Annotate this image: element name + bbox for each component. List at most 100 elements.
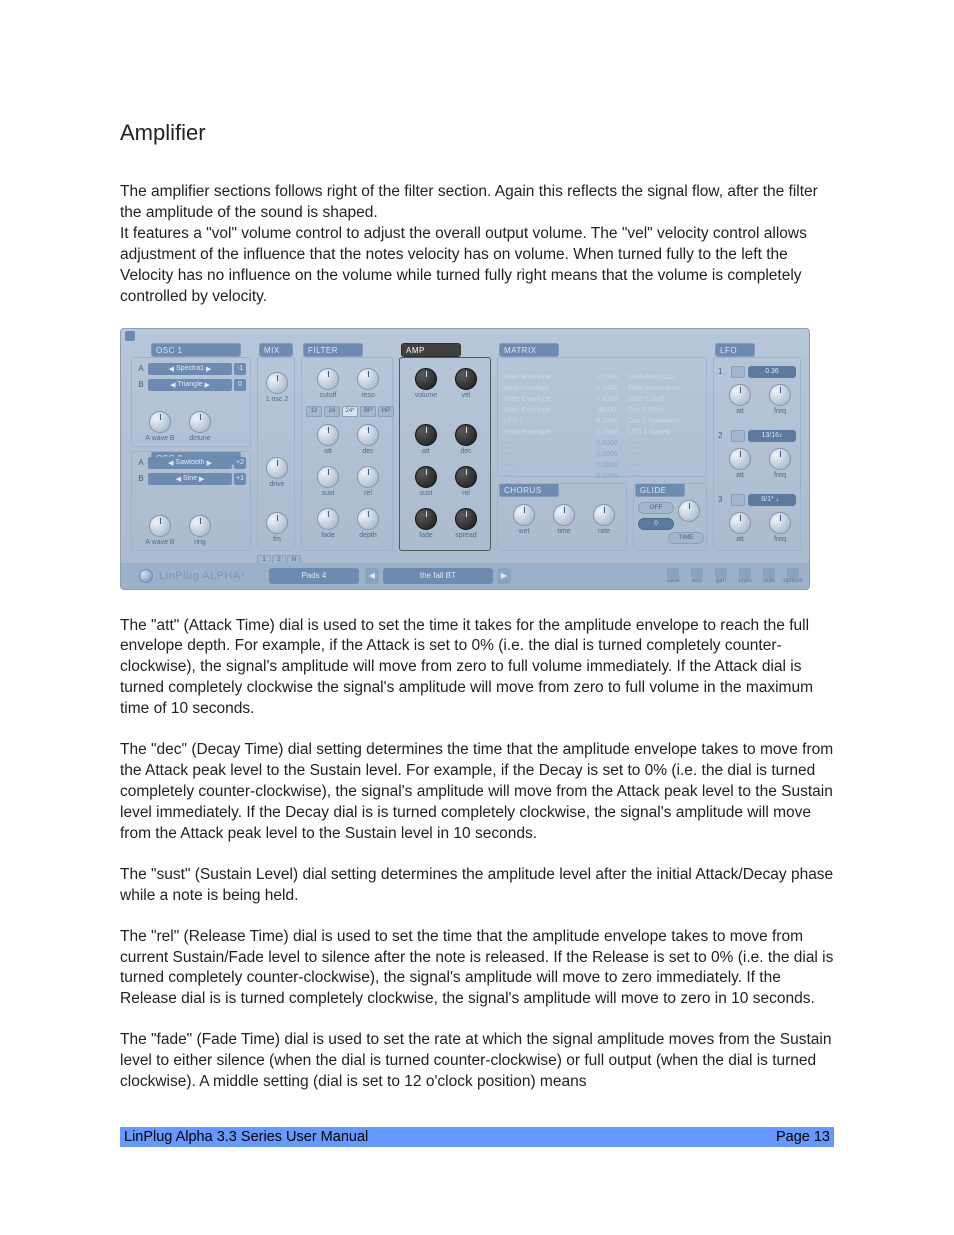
osc2-b-label: B: [136, 474, 146, 483]
matrix-row[interactable]: - - -0.0000- - -: [504, 462, 700, 473]
osc1-a-label: A: [136, 364, 146, 373]
preset-group[interactable]: Pads 4: [269, 568, 359, 584]
lfo-row: 38/1* ♩: [718, 494, 796, 506]
mix-fm-knob[interactable]: [266, 512, 288, 534]
chorus-section: wet time rate: [497, 483, 627, 551]
rel-para: The "rel" (Release Time) dial is used to…: [120, 927, 834, 1011]
lfo-shape-button[interactable]: [731, 494, 745, 506]
amp-spread-knob[interactable]: [455, 508, 477, 530]
section-heading: Amplifier: [120, 120, 834, 146]
filter-rel-knob[interactable]: [357, 466, 379, 488]
glide-value[interactable]: 0: [638, 518, 674, 530]
filter-hp-button[interactable]: HP: [378, 406, 394, 417]
lfo-row: 10.36: [718, 366, 796, 378]
matrix-row[interactable]: Filter Envelope0.4200Filter Cutoff: [504, 396, 700, 407]
mix-drive-knob[interactable]: [266, 457, 288, 479]
filter-section: cutoff reso 12 24 24* BP HP att dec: [301, 357, 393, 551]
filter-12-button[interactable]: 12: [306, 406, 322, 417]
matrix-row[interactable]: LFO 10.3066Osc 1 Symmetry: [504, 418, 700, 429]
gen-button[interactable]: gen: [713, 568, 729, 584]
osc1-a-wave[interactable]: ◀ Spectra1 ▶: [148, 363, 232, 375]
lfo-rate-field[interactable]: 0.36: [748, 366, 796, 378]
lfo-att-knob[interactable]: [729, 384, 751, 406]
filter-reso-knob[interactable]: [357, 368, 379, 390]
matrix-section: Filter Envelope1.0000Main AmplitudeAmp E…: [497, 357, 707, 477]
preset-next-button[interactable]: ▶: [497, 568, 511, 584]
chorus-time-knob[interactable]: [553, 504, 575, 526]
filter-fade-knob[interactable]: [317, 508, 339, 530]
osc2-a-label: A: [136, 458, 146, 467]
matrix-row[interactable]: Filter Envelope48.00Osc 2 Pitch: [504, 407, 700, 418]
osc2-a-oct[interactable]: +2: [234, 457, 246, 469]
amp-vel-knob[interactable]: [455, 368, 477, 390]
matrix-row[interactable]: Filter Envelope1.0000Main Amplitude: [504, 374, 700, 385]
filter-att-knob[interactable]: [317, 424, 339, 446]
synth-screenshot: OSC 1 OSC 2 MIX FILTER AMP MATRIX CHORUS…: [120, 328, 810, 590]
synth-footer: LinPlug ALPHA³ Pads 4 ◀ the fall BT ▶ sa…: [121, 563, 809, 589]
matrix-row[interactable]: Amp Envelope0.4400Filter Resonance: [504, 385, 700, 396]
matrix-row[interactable]: Filter Envelope1.0000LFO 1 Speed: [504, 429, 700, 440]
filter-cutoff-knob[interactable]: [317, 368, 339, 390]
lfo-freq-knob[interactable]: [769, 512, 791, 534]
lfo-freq-knob[interactable]: [769, 448, 791, 470]
osc2-b-wave[interactable]: ◀ Sine ▶: [148, 473, 232, 485]
glide-knob[interactable]: [678, 500, 700, 522]
filter-bp-button[interactable]: BP: [360, 406, 376, 417]
mix-section: 1 osc 2 drive fm: [257, 357, 295, 551]
amp-rel-knob[interactable]: [455, 466, 477, 488]
mix-osc-knob[interactable]: [266, 372, 288, 394]
options-button[interactable]: options: [785, 568, 801, 584]
osc2-section: A ◀ Sawtooth ▶ +2 B ◀ Sine ▶ +1 A wave B…: [131, 451, 251, 551]
osc2-a-wave[interactable]: ◀ Sawtooth ▶: [148, 457, 232, 469]
amp-sust-knob[interactable]: [415, 466, 437, 488]
filter-24s-button[interactable]: 24*: [342, 406, 358, 417]
lfo-rate-field[interactable]: 8/1* ♩: [748, 494, 796, 506]
dec-para: The "dec" (Decay Time) dial setting dete…: [120, 740, 834, 845]
lfo-rate-field[interactable]: 13/16♪: [748, 430, 796, 442]
osc1-wave-knob[interactable]: [149, 411, 171, 433]
matrix-row[interactable]: - - -0.0000- - -: [504, 451, 700, 462]
page-number: Page 13: [776, 1129, 830, 1145]
amp-volume-knob[interactable]: [415, 368, 437, 390]
osc2-ring-knob[interactable]: [189, 515, 211, 537]
osc1-b-oct[interactable]: 0: [234, 379, 246, 391]
osc1-a-oct[interactable]: -1: [234, 363, 246, 375]
glide-time-button[interactable]: TIME: [668, 532, 704, 544]
lfo-freq-knob[interactable]: [769, 384, 791, 406]
glide-off-button[interactable]: OFF: [638, 502, 674, 514]
lfo-att-knob[interactable]: [729, 448, 751, 470]
eco-button[interactable]: eco: [689, 568, 705, 584]
manual-title: LinPlug Alpha 3.3 Series User Manual: [124, 1129, 368, 1145]
filter-depth-knob[interactable]: [357, 508, 379, 530]
lfo-section: 10.36attfreq213/16♪attfreq38/1* ♩attfreq: [713, 357, 801, 551]
amp-dec-knob[interactable]: [455, 424, 477, 446]
matrix-row[interactable]: - - -0.0000- - -: [504, 440, 700, 451]
osc2-b-oct[interactable]: +1: [234, 473, 246, 485]
save-button[interactable]: save: [665, 568, 681, 584]
lfo-shape-button[interactable]: [731, 430, 745, 442]
filter-sust-knob[interactable]: [317, 466, 339, 488]
filter-dec-knob[interactable]: [357, 424, 379, 446]
lfo-header: LFO: [715, 343, 755, 357]
undo-button[interactable]: undo: [737, 568, 753, 584]
logo-icon: [139, 569, 153, 583]
preset-prev-button[interactable]: ◀: [365, 568, 379, 584]
osc1-b-wave[interactable]: ◀ Triangle ▶: [148, 379, 232, 391]
osc1-section: A ◀ Spectra1 ▶ -1 B ◀ Triangle ▶ 0 A wav…: [131, 357, 251, 447]
intro-para-a: The amplifier sections follows right of …: [120, 182, 834, 224]
amp-att-knob[interactable]: [415, 424, 437, 446]
osc1-detune-knob[interactable]: [189, 411, 211, 433]
chorus-wet-knob[interactable]: [513, 504, 535, 526]
amp-fade-knob[interactable]: [415, 508, 437, 530]
sust-para: The "sust" (Sustain Level) dial setting …: [120, 865, 834, 907]
filter-24-button[interactable]: 24: [324, 406, 340, 417]
matrix-row[interactable]: - - -0.0000- - -: [504, 473, 700, 484]
preset-name[interactable]: the fall BT: [383, 568, 493, 584]
lfo-att-knob[interactable]: [729, 512, 751, 534]
lfo-shape-button[interactable]: [731, 366, 745, 378]
osc2-wave-knob[interactable]: [149, 515, 171, 537]
chorus-rate-knob[interactable]: [593, 504, 615, 526]
redo-button[interactable]: redo: [761, 568, 777, 584]
fade-para: The "fade" (Fade Time) dial is used to s…: [120, 1030, 834, 1093]
filter-header: FILTER: [303, 343, 363, 357]
